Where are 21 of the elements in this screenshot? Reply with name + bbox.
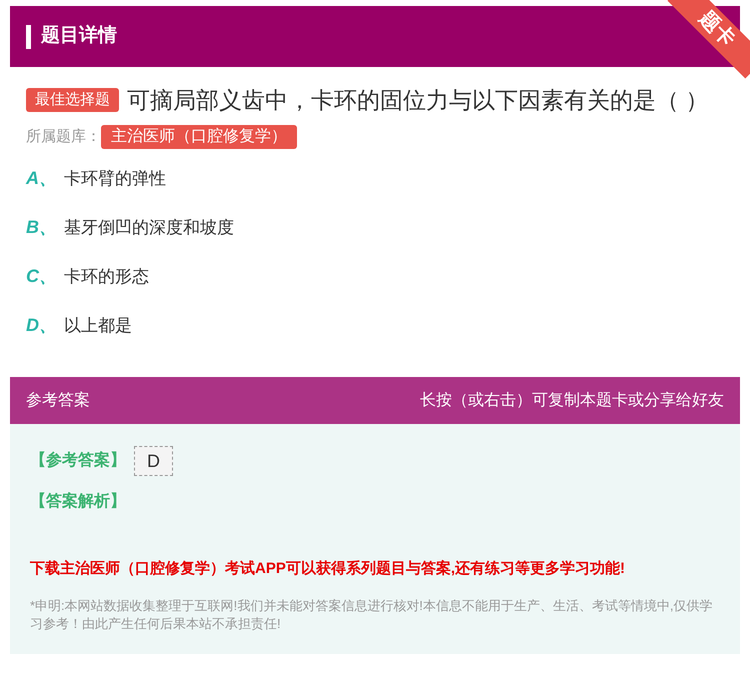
share-hint: 长按（或右击）可复制本题卡或分享给好友	[420, 390, 724, 410]
question-bank-tag: 主治医师（口腔修复学）	[101, 125, 297, 149]
option-text: 卡环臂的弹性	[64, 168, 166, 190]
answer-section-title: 参考答案	[26, 390, 90, 410]
answer-value: D	[134, 446, 173, 476]
analysis-label: 【答案解析】	[30, 491, 127, 512]
option-text: 以上都是	[64, 314, 132, 337]
header-title: 题目详情	[41, 24, 117, 48]
bank-label: 所属题库：	[26, 126, 101, 147]
option-letter: B、	[26, 216, 58, 239]
header-accent	[26, 24, 31, 48]
option-letter: A、	[26, 167, 58, 190]
option-text: 基牙倒凹的深度和坡度	[64, 216, 234, 239]
option-letter: D、	[26, 314, 58, 337]
disclaimer-text: *申明:本网站数据收集整理于互联网!我们并未能对答案信息进行核对!本信息不能用于生产、生活、考试等情境中,仅供学习参考！由此产生任何后果本站不承担责任!	[30, 596, 714, 632]
answer-label: 【参考答案】	[30, 450, 126, 471]
option-text: 卡环的形态	[64, 266, 149, 288]
question-text: 可摘局部义齿中，卡环的固位力与以下因素有关的是（ ）	[127, 87, 708, 113]
question-type-badge: 最佳选择题	[26, 88, 119, 112]
app-promo-text: 下载主治医师（口腔修复学）考试APP可以获得系列题目与答案,还有练习等更多学习功能!	[30, 558, 626, 579]
option-letter: C、	[26, 265, 58, 288]
